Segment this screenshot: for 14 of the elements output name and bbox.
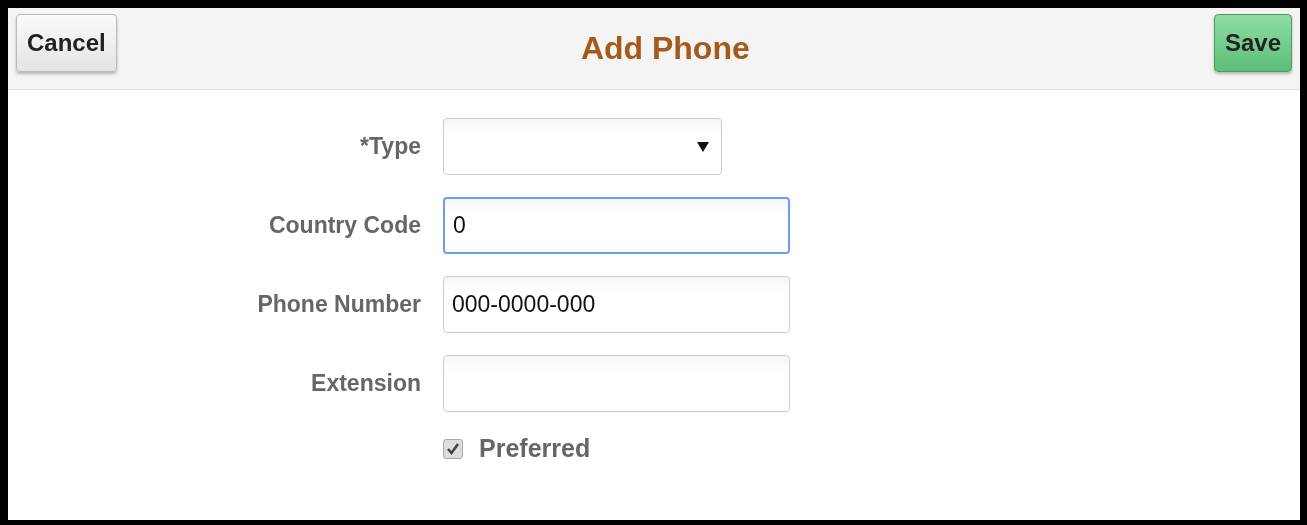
field-label: *Type <box>360 132 421 162</box>
field-label: Phone Number <box>257 290 421 320</box>
checkbox-label: Preferred <box>479 433 591 464</box>
cancel-button[interactable]: Cancel <box>16 14 117 72</box>
caret-icon <box>697 141 709 152</box>
input-field[interactable]: 0 <box>443 197 790 254</box>
save-button[interactable]: Save <box>1213 14 1292 72</box>
field-label: Extension <box>311 369 421 399</box>
field-label: Country Code <box>268 211 421 241</box>
page-title: Add Phone <box>580 29 750 68</box>
input-field[interactable]: 000-0000-000 <box>443 276 790 333</box>
input-field[interactable] <box>443 355 790 412</box>
preferred-checkbox[interactable] <box>443 438 463 459</box>
type-dropdown[interactable] <box>443 118 722 175</box>
